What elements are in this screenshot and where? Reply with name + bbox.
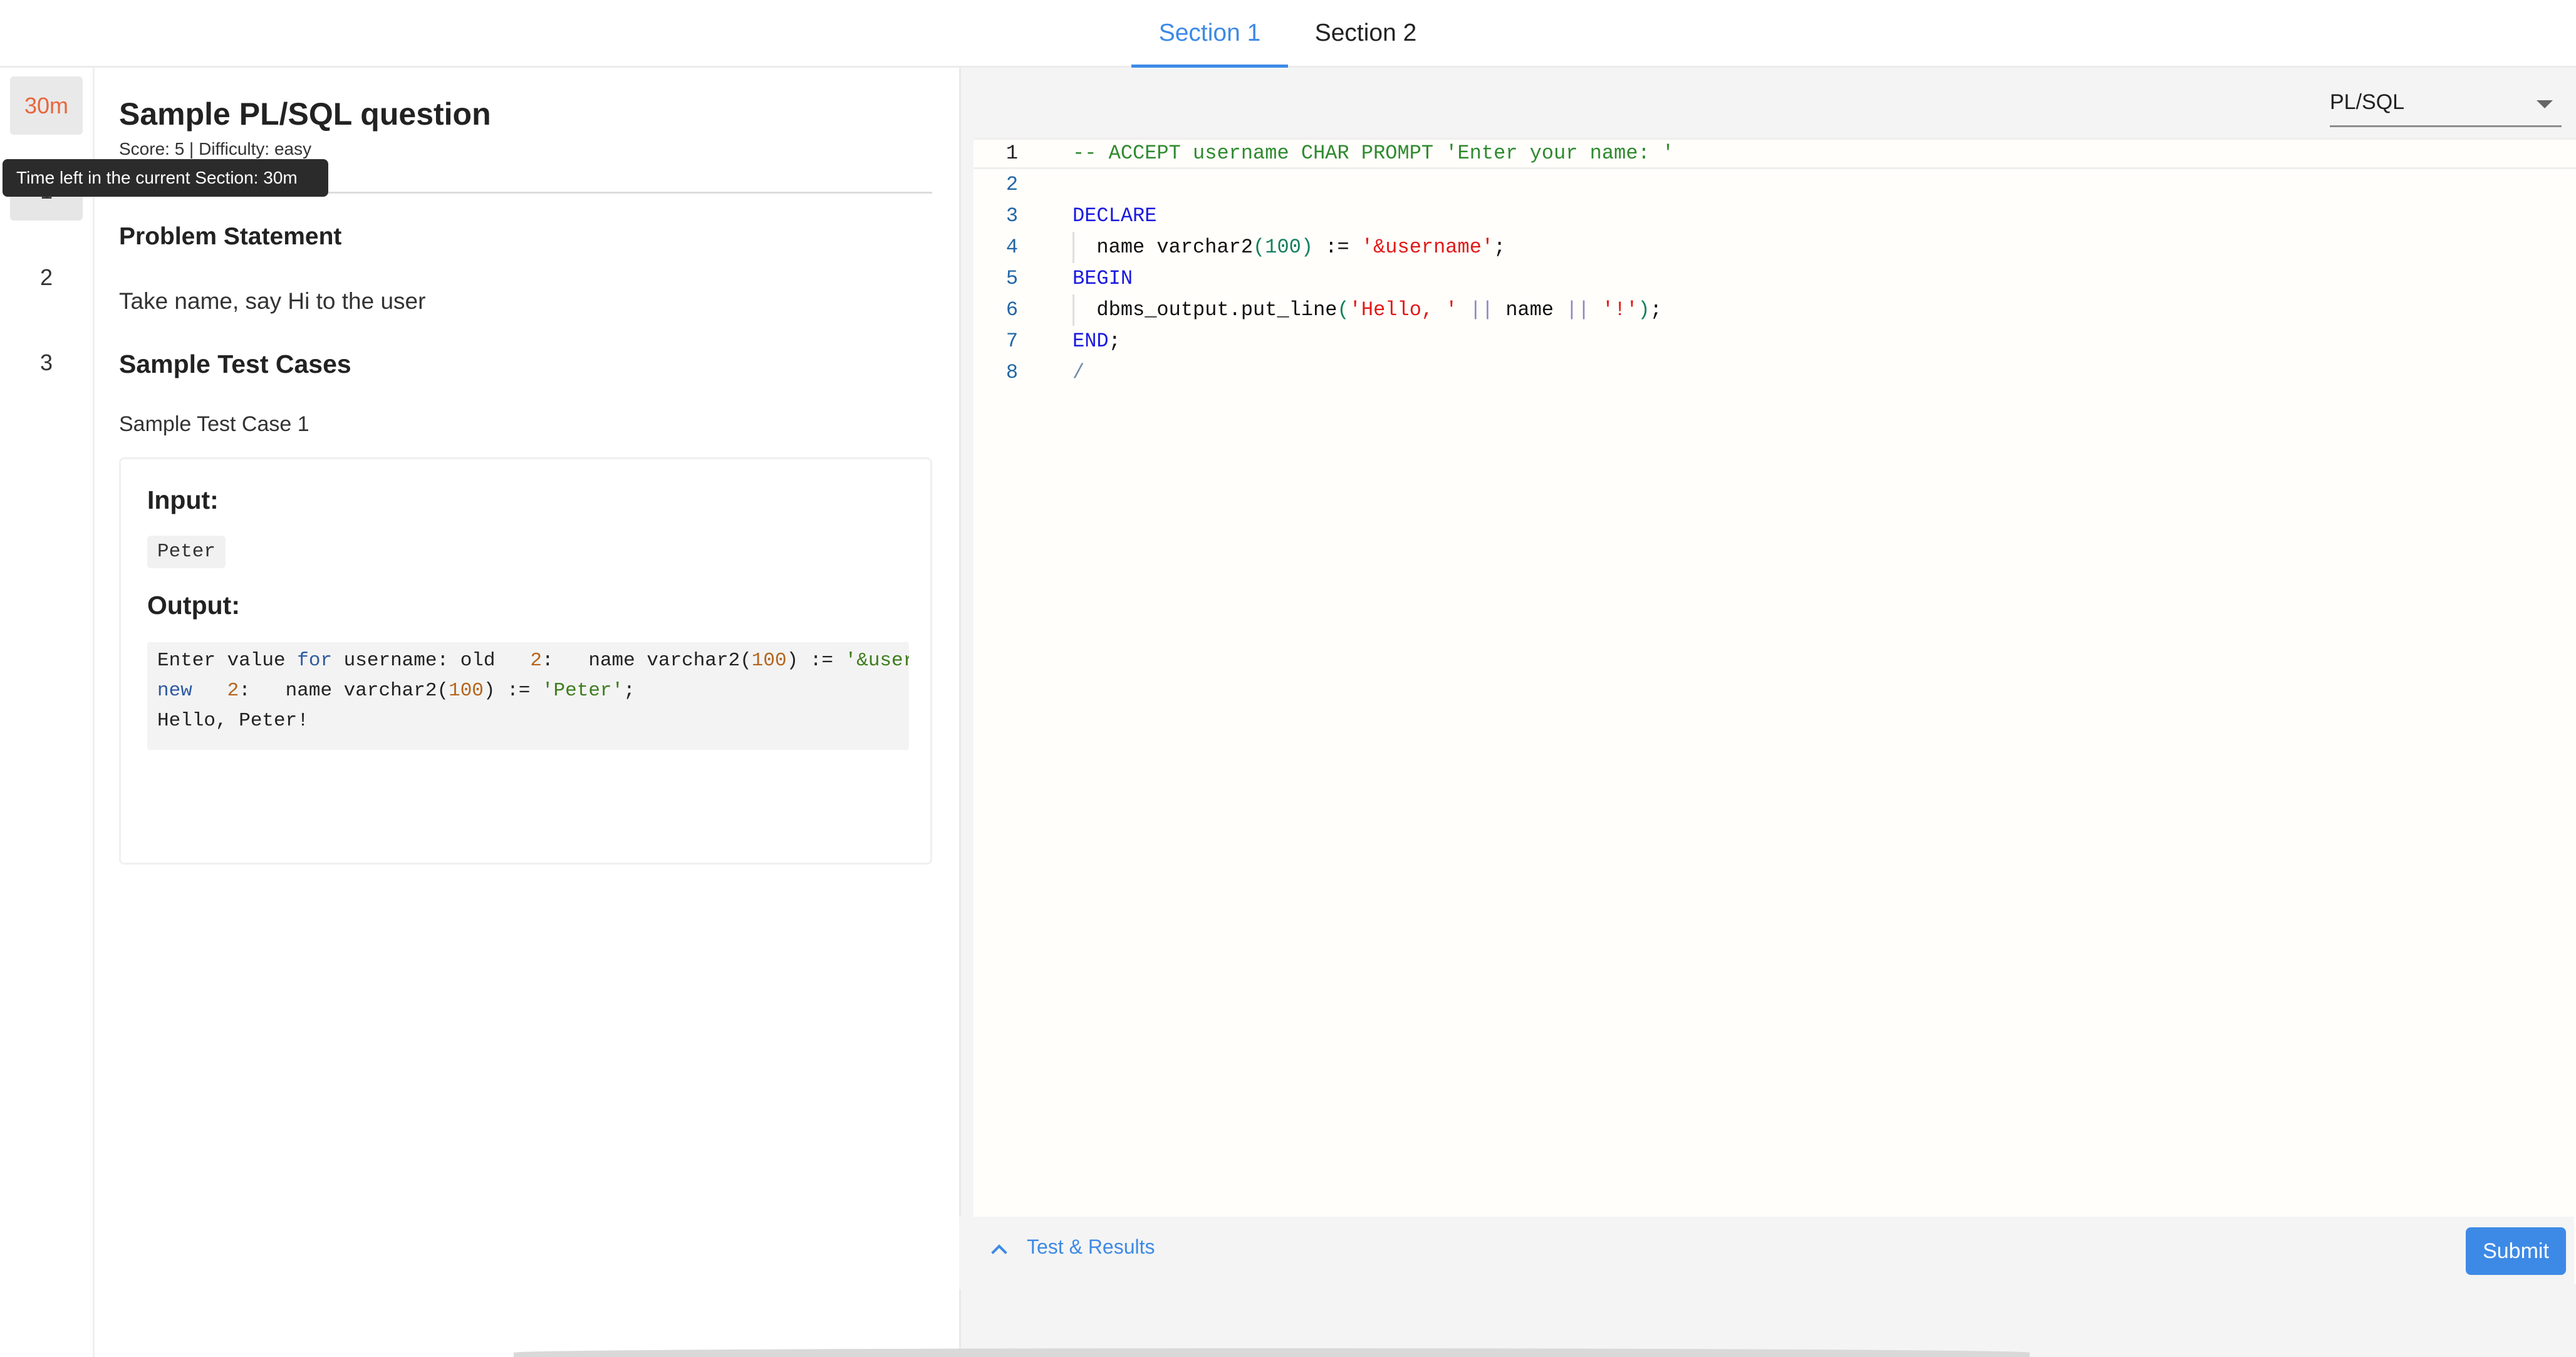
output-heading: Output: xyxy=(147,591,240,620)
code-line[interactable]: 3 DECLARE xyxy=(974,200,2576,232)
code-line[interactable]: 6 dbms_output.put_line('Hello, ' || name… xyxy=(974,294,2576,326)
output-line: new 2: name varchar2(100) := 'Peter'; xyxy=(157,680,635,702)
code-text: -- ACCEPT username CHAR PROMPT 'Enter yo… xyxy=(1072,142,1675,165)
line-number: 7 xyxy=(1005,330,1019,353)
problem-statement-text: Take name, say Hi to the user xyxy=(119,288,426,314)
sample-test-case-card: Input: Peter Output: Enter value for use… xyxy=(119,457,932,865)
chevron-up-icon[interactable] xyxy=(991,1244,1007,1261)
code-line[interactable]: 2 xyxy=(974,169,2576,200)
code-line[interactable]: 5 BEGIN xyxy=(974,263,2576,294)
dropdown-caret-icon xyxy=(2537,100,2553,108)
test-results-toggle[interactable]: Test & Results xyxy=(1027,1235,1155,1259)
code-text: / xyxy=(1072,361,1085,384)
code-line[interactable]: 7 END; xyxy=(974,326,2576,357)
output-line: Enter value for username: old 2: name va… xyxy=(157,650,909,672)
code-text: BEGIN xyxy=(1072,267,1133,290)
bottom-bar: Test & Results Submit xyxy=(959,1217,2574,1289)
question-rail: 30m 1 2 3 xyxy=(0,68,95,1357)
code-text: DECLARE xyxy=(1072,204,1157,227)
code-line[interactable]: 4 name varchar2(100) := '&username'; xyxy=(974,232,2576,263)
submit-button[interactable]: Submit xyxy=(2466,1227,2566,1275)
code-text: dbms_output.put_line('Hello, ' || name |… xyxy=(1072,298,1662,321)
output-line: Hello, Peter! xyxy=(157,710,309,732)
language-select-value: PL/SQL xyxy=(2330,90,2405,114)
input-heading: Input: xyxy=(147,486,219,514)
timer-tooltip: Time left in the current Section: 30m xyxy=(3,159,328,197)
code-line[interactable]: 1 -- ACCEPT username CHAR PROMPT 'Enter y… xyxy=(974,138,2576,169)
section-tabs-bar: Section 1 Section 2 xyxy=(0,0,2576,68)
question-nav-3[interactable]: 3 xyxy=(10,333,83,392)
code-text: END; xyxy=(1072,330,1121,353)
question-nav-2[interactable]: 2 xyxy=(10,248,83,307)
editor-pane: PL/SQL 1 -- ACCEPT username CHAR PROMPT '… xyxy=(959,68,2576,1357)
line-number: 4 xyxy=(1005,236,1019,259)
line-number: 1 xyxy=(1005,142,1019,165)
language-select[interactable]: PL/SQL xyxy=(2330,81,2562,127)
bottom-shadow xyxy=(514,1348,2030,1357)
line-number: 6 xyxy=(1005,298,1019,321)
tab-section-1[interactable]: Section 1 xyxy=(1131,0,1288,68)
code-text: name varchar2(100) := '&username'; xyxy=(1072,236,1506,259)
question-title: Sample PL/SQL question xyxy=(119,96,491,132)
sample-test-case-label: Sample Test Case 1 xyxy=(119,412,309,436)
line-number: 5 xyxy=(1005,267,1019,290)
code-line[interactable]: 8/ xyxy=(974,357,2576,388)
question-meta: Score: 5 | Difficulty: easy xyxy=(119,139,312,159)
tab-section-2[interactable]: Section 2 xyxy=(1288,0,1443,66)
line-number: 8 xyxy=(1005,361,1019,384)
section-timer[interactable]: 30m xyxy=(10,76,83,135)
input-value: Peter xyxy=(147,536,226,568)
problem-statement-heading: Problem Statement xyxy=(119,223,342,250)
output-block: Enter value for username: old 2: name va… xyxy=(147,642,909,750)
line-number: 3 xyxy=(1005,204,1019,227)
problem-panel: Sample PL/SQL question Score: 5 | Diffic… xyxy=(95,68,959,1357)
code-editor[interactable]: 1 -- ACCEPT username CHAR PROMPT 'Enter y… xyxy=(974,138,2576,1284)
line-number: 2 xyxy=(1005,173,1019,196)
sample-test-cases-heading: Sample Test Cases xyxy=(119,350,351,378)
